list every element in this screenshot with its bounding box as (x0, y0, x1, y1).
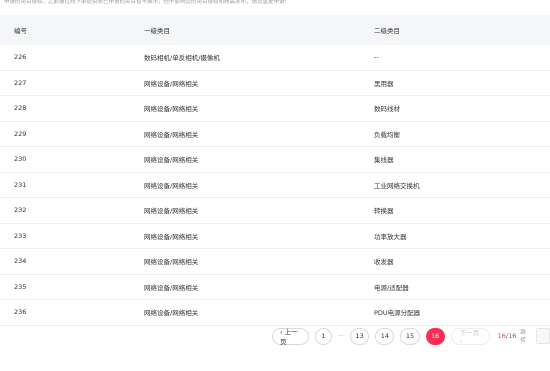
next-page-button[interactable]: 下一页 › (450, 327, 490, 345)
table-row: 230 网络设备/网络相关 集线器 (0, 147, 550, 173)
jump-label: 跳转 (520, 330, 526, 344)
row-category2: 负载均衡 (374, 130, 400, 139)
row-category1: 网络设备/网络相关 (144, 309, 199, 318)
header-id: 编号 (14, 27, 27, 35)
row-category2: 集线器 (374, 156, 394, 165)
row-category2: 黑用器 (374, 79, 394, 88)
row-category2: 电源/适配器 (374, 283, 409, 292)
table-row: 234 网络设备/网络相关 收发器 (0, 249, 550, 275)
row-id: 236 (14, 308, 27, 317)
table-row: 231 网络设备/网络相关 工业网络交换机 (0, 173, 550, 198)
row-category1: 网络设备/网络相关 (144, 232, 199, 241)
row-category1: 网络设备/网络相关 (144, 105, 199, 114)
table-row: 227 网络设备/网络相关 黑用器 (0, 71, 550, 96)
table-row: 228 网络设备/网络相关 数码线材 (0, 96, 550, 122)
table-row: 232 网络设备/网络相关 转换器 (0, 198, 550, 224)
row-category1: 网络设备/网络相关 (144, 130, 199, 139)
row-category2: PDU电源分配器 (374, 309, 421, 318)
row-id: 228 (14, 104, 27, 113)
row-id: 234 (14, 257, 27, 266)
row-category2: 收发器 (374, 258, 394, 267)
page-button-current[interactable]: 16 (425, 327, 445, 345)
page-count-current: 16 (497, 332, 506, 340)
page: 申请的类目授权。之前通过线下渠道资质已申请的类目暂不展示，但不影响您的类目授权和… (0, 0, 550, 371)
row-id: 226 (14, 53, 27, 62)
row-category2: 数码线材 (374, 105, 400, 114)
row-id: 229 (14, 129, 27, 138)
pagination: ‹ 上一页 1 ··· 13 14 15 16 下一页 › 16/16 跳转 (272, 327, 550, 346)
row-id: 233 (14, 231, 27, 240)
row-id: 230 (14, 155, 27, 164)
row-category2: 功率放大器 (374, 232, 407, 241)
row-id: 232 (14, 206, 27, 215)
page-button-15[interactable]: 15 (400, 327, 420, 345)
table-row: 229 网络设备/网络相关 负载均衡 (0, 122, 550, 147)
table-row: 235 网络设备/网络相关 电源/适配器 (0, 275, 550, 300)
prev-page-button[interactable]: ‹ 上一页 (272, 327, 309, 346)
row-category1: 网络设备/网络相关 (144, 79, 199, 88)
row-id: 227 (14, 78, 27, 87)
row-category1: 数码相机/单反相机/摄像机 (144, 54, 220, 63)
header-category2: 二级类目 (374, 27, 400, 35)
row-id: 235 (14, 282, 27, 291)
page-button-1[interactable]: 1 (314, 327, 332, 345)
row-category1: 网络设备/网络相关 (144, 156, 199, 165)
header-category1: 一级类目 (144, 27, 170, 35)
row-category1: 网络设备/网络相关 (144, 258, 199, 267)
notice-text: 申请的类目授权。之前通过线下渠道资质已申请的类目暂不展示，但不影响您的类目授权和… (4, 0, 287, 5)
page-count: 16/16 (498, 332, 517, 340)
row-id: 231 (14, 180, 27, 189)
page-ellipsis[interactable]: ··· (338, 332, 344, 340)
row-category1: 网络设备/网络相关 (144, 283, 199, 292)
table-row: 233 网络设备/网络相关 功率放大器 (0, 224, 550, 249)
row-category1: 网络设备/网络相关 (144, 181, 199, 190)
page-button-13[interactable]: 13 (350, 327, 370, 345)
table-row: 236 网络设备/网络相关 PDU电源分配器 (0, 300, 550, 326)
row-category2: -- (374, 53, 379, 62)
row-category1: 网络设备/网络相关 (144, 207, 199, 216)
table-row: 226 数码相机/单反相机/摄像机 -- (0, 45, 550, 71)
table-header: 编号 一级类目 二级类目 (0, 15, 550, 45)
jump-page-input[interactable] (535, 328, 550, 344)
row-category2: 转换器 (374, 207, 394, 216)
page-button-14[interactable]: 14 (375, 327, 395, 345)
category-table: 编号 一级类目 二级类目 226 数码相机/单反相机/摄像机 -- 227 网络… (0, 15, 550, 326)
row-category2: 工业网络交换机 (374, 181, 420, 190)
page-count-total: /16 (505, 332, 517, 340)
